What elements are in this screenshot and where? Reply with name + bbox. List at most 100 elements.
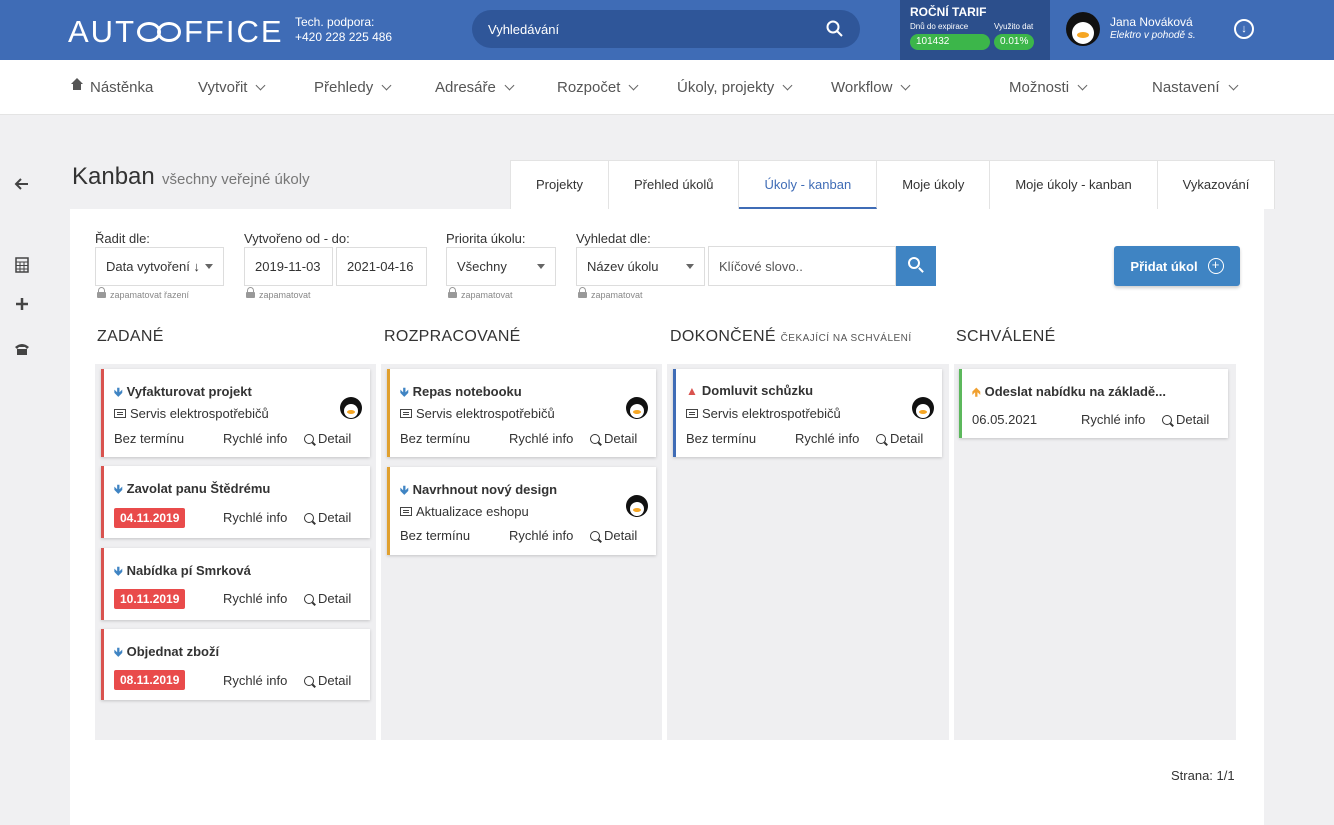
nav-label: Adresáře bbox=[435, 79, 496, 96]
lock-icon bbox=[246, 287, 255, 298]
due-date-badge: 10.11.2019 bbox=[114, 589, 186, 609]
detail-link[interactable]: Detail bbox=[304, 591, 351, 606]
quick-info-link[interactable]: Rychlé info bbox=[509, 431, 573, 446]
detail-label: Detail bbox=[1176, 412, 1210, 427]
created-to-field[interactable]: 2021-04-16 bbox=[336, 247, 427, 286]
plus-icon[interactable] bbox=[12, 297, 32, 316]
quick-info-link[interactable]: Rychlé info bbox=[223, 510, 287, 525]
keyword-search-button[interactable] bbox=[896, 246, 936, 286]
logo-text-right: FFICE bbox=[184, 14, 284, 49]
quick-info-link[interactable]: Rychlé info bbox=[1081, 412, 1145, 427]
task-card[interactable]: ▲ Domluvit schůzku Servis elektrospotřebi… bbox=[673, 369, 942, 457]
task-card[interactable]: 🡹 Odeslat nabídku na základě... 06.05.202… bbox=[959, 369, 1228, 438]
task-card[interactable]: 🡻 Objednat zboží 08.11.2019 Rychlé info D… bbox=[101, 629, 370, 700]
autoffice-logo[interactable]: AUT FFICE bbox=[68, 14, 284, 50]
nav-label: Přehledy bbox=[314, 79, 374, 96]
quick-info-link[interactable]: Rychlé info bbox=[223, 431, 287, 446]
quick-info-link[interactable]: Rychlé info bbox=[795, 431, 859, 446]
nav-item-vytvorit[interactable]: Vytvořit bbox=[198, 79, 266, 96]
back-arrow-icon[interactable] bbox=[12, 176, 32, 197]
task-title: Vyfakturovat projekt bbox=[126, 384, 252, 399]
infinity-icon bbox=[137, 21, 183, 43]
priority-label: Priorita úkolu: bbox=[446, 231, 526, 246]
nav-item-moznosti[interactable]: Možnosti bbox=[1009, 79, 1088, 96]
detail-link[interactable]: Detail bbox=[1162, 412, 1209, 427]
tab-vykazovani[interactable]: Vykazování bbox=[1158, 161, 1275, 209]
detail-link[interactable]: Detail bbox=[304, 431, 351, 446]
column-title-text: ZADANÉ bbox=[97, 328, 164, 345]
column-title-text: ROZPRACOVANÉ bbox=[384, 328, 521, 345]
nav-item-nastenka[interactable]: Nástěnka bbox=[70, 78, 154, 96]
priority-select[interactable]: Všechny bbox=[446, 247, 556, 286]
tab-prehled-ukolu[interactable]: Přehled úkolů bbox=[609, 161, 740, 209]
searchby-remember[interactable]: zapamatovat bbox=[578, 287, 643, 300]
column-title-text: SCHVÁLENÉ bbox=[956, 328, 1056, 345]
task-project: Servis elektrospotřebičů bbox=[702, 406, 841, 421]
nav-item-rozpocet[interactable]: Rozpočet bbox=[557, 79, 639, 96]
column-subtitle: ČEKAJÍCÍ NA SCHVÁLENÍ bbox=[780, 333, 912, 344]
chevron-down-icon bbox=[628, 80, 639, 91]
sort-note: zapamatovat řazení bbox=[110, 290, 190, 300]
project-icon bbox=[686, 409, 698, 418]
nav-item-prehledy[interactable]: Přehledy bbox=[314, 79, 392, 96]
tech-support: Tech. podpora: +420 228 225 486 bbox=[295, 15, 392, 45]
warning-icon: ▲ bbox=[686, 384, 698, 398]
detail-link[interactable]: Detail bbox=[876, 431, 923, 446]
sort-label: Řadit dle: bbox=[95, 231, 150, 246]
tab-moje-ukoly[interactable]: Moje úkoly bbox=[877, 161, 991, 209]
phone-icon[interactable] bbox=[12, 342, 32, 361]
arrow-up-icon: 🡹 bbox=[972, 385, 981, 399]
tab-projekty[interactable]: Projekty bbox=[511, 161, 609, 209]
add-task-button[interactable]: Přidat úkol + bbox=[1114, 246, 1240, 286]
search-icon[interactable] bbox=[826, 20, 844, 38]
created-remember[interactable]: zapamatovat bbox=[246, 287, 311, 300]
column-title-schvalene: SCHVÁLENÉ bbox=[956, 328, 1056, 346]
search-input[interactable] bbox=[488, 21, 826, 37]
download-icon[interactable]: ↓ bbox=[1234, 19, 1254, 39]
column-title-text: DOKONČENÉ bbox=[670, 328, 776, 345]
column-title-zadane: ZADANÉ bbox=[97, 328, 164, 346]
nav-item-workflow[interactable]: Workflow bbox=[831, 79, 911, 96]
sort-remember[interactable]: zapamatovat řazení bbox=[97, 287, 190, 300]
nav-item-adresare[interactable]: Adresáře bbox=[435, 79, 515, 96]
task-card[interactable]: 🡻 Nabídka pí Smrková 10.11.2019 Rychlé in… bbox=[101, 548, 370, 620]
detail-link[interactable]: Detail bbox=[590, 528, 637, 543]
task-card[interactable]: 🡻 Navrhnout nový design Aktualizace eshop… bbox=[387, 467, 656, 555]
search-icon bbox=[304, 513, 314, 523]
tab-moje-ukoly-kanban[interactable]: Moje úkoly - kanban bbox=[990, 161, 1158, 209]
sort-select[interactable]: Data vytvoření ↓ bbox=[95, 247, 224, 286]
nav-label: Nástěnka bbox=[90, 79, 154, 96]
detail-link[interactable]: Detail bbox=[304, 673, 351, 688]
avatar bbox=[912, 397, 934, 419]
calculator-icon[interactable] bbox=[12, 257, 32, 278]
created-note: zapamatovat bbox=[259, 290, 311, 300]
detail-link[interactable]: Detail bbox=[590, 431, 637, 446]
searchby-select[interactable]: Název úkolu bbox=[576, 247, 705, 286]
nav-label: Úkoly, projekty bbox=[677, 79, 775, 96]
chevron-down-icon bbox=[1228, 80, 1238, 91]
arrow-down-icon: 🡻 bbox=[400, 483, 409, 497]
data-value: 0.01% bbox=[994, 34, 1035, 50]
search-icon bbox=[304, 676, 314, 686]
task-title: Zavolat panu Štědrému bbox=[126, 481, 271, 496]
task-card[interactable]: 🡻 Vyfakturovat projekt Servis elektrospot… bbox=[101, 369, 370, 457]
task-card[interactable]: 🡻 Zavolat panu Štědrému 04.11.2019 Rychlé… bbox=[101, 466, 370, 538]
task-term: Bez termínu bbox=[400, 431, 471, 446]
tab-ukoly-kanban[interactable]: Úkoly - kanban bbox=[739, 161, 878, 209]
detail-label: Detail bbox=[890, 431, 924, 446]
priority-remember[interactable]: zapamatovat bbox=[448, 287, 513, 300]
created-from-field[interactable]: 2019-11-03 bbox=[244, 247, 333, 286]
task-card[interactable]: 🡻 Repas notebooku Servis elektrospotřebič… bbox=[387, 369, 656, 457]
detail-link[interactable]: Detail bbox=[304, 510, 351, 525]
support-phone[interactable]: +420 228 225 486 bbox=[295, 30, 392, 45]
nav-item-nastaveni[interactable]: Nastavení bbox=[1152, 79, 1238, 96]
quick-info-link[interactable]: Rychlé info bbox=[223, 591, 287, 606]
avatar bbox=[1066, 12, 1100, 46]
task-term: Bez termínu bbox=[114, 431, 185, 446]
quick-info-link[interactable]: Rychlé info bbox=[223, 673, 287, 688]
nav-item-ukoly-projekty[interactable]: Úkoly, projekty bbox=[677, 79, 793, 96]
quick-info-link[interactable]: Rychlé info bbox=[509, 528, 573, 543]
detail-label: Detail bbox=[318, 673, 352, 688]
keyword-input[interactable] bbox=[708, 246, 896, 286]
user-menu[interactable]: Jana Nováková Elektro v pohodě s. bbox=[1066, 12, 1196, 46]
